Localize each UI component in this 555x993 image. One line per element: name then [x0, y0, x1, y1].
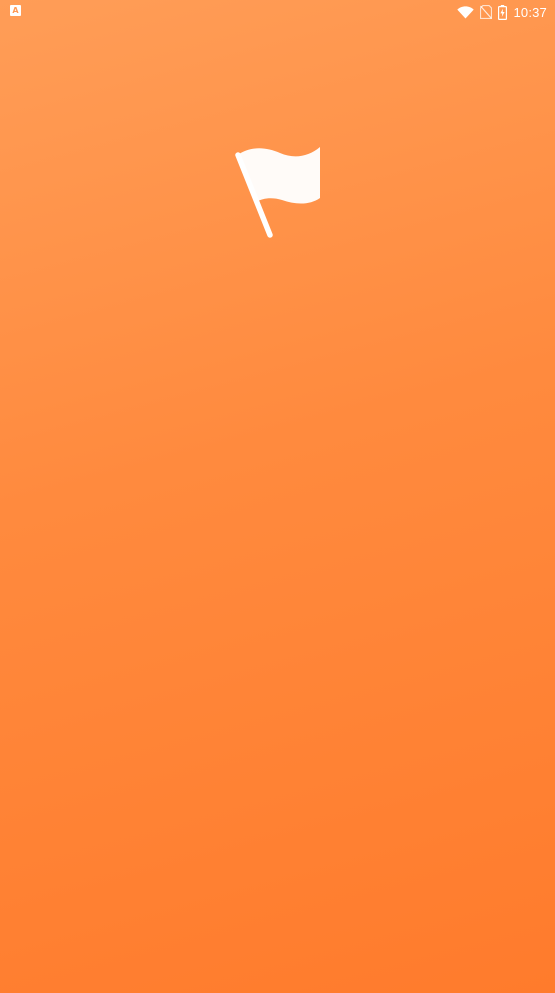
no-sim-icon — [480, 5, 493, 19]
text-a-icon: A — [10, 5, 21, 16]
status-bar: A 10:37 — [0, 0, 555, 24]
wifi-icon — [457, 5, 475, 19]
status-time: 10:37 — [513, 4, 547, 20]
battery-charging-icon — [498, 4, 508, 20]
status-icons: 10:37 — [457, 3, 547, 21]
flag-icon — [232, 143, 324, 241]
notification-area: A — [10, 5, 23, 18]
